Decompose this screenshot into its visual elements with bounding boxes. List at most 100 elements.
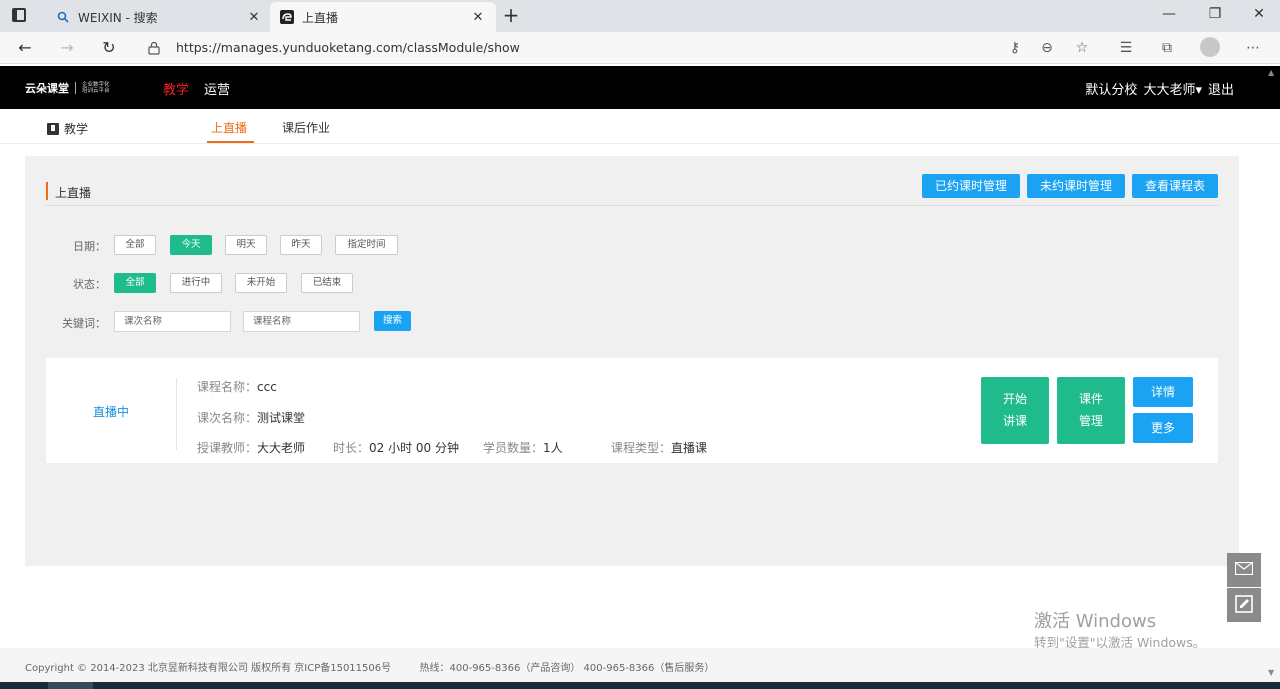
status-option-ongoing[interactable]: 进行中	[170, 273, 222, 293]
duration-label: 时长：	[333, 441, 370, 455]
course-type-value: 直播课	[671, 441, 708, 455]
status-option-not-started[interactable]: 未开始	[235, 273, 287, 293]
course-name-label: 课程名称：	[197, 380, 258, 394]
course-name-input[interactable]: 课程名称	[243, 311, 360, 332]
url-field[interactable]: https://manages.yunduoketang.com/classMo…	[176, 40, 520, 55]
status-option-ended[interactable]: 已结束	[301, 273, 353, 293]
teacher-value: 大大老师	[257, 441, 306, 455]
unbooked-lessons-button[interactable]: 未约课时管理	[1027, 174, 1125, 198]
nav-teaching[interactable]: 教学	[163, 79, 189, 98]
tab-close-icon[interactable]: ✕	[470, 10, 486, 25]
lesson-name-label: 课次名称：	[197, 411, 258, 425]
logo-divider	[75, 82, 76, 94]
favorite-add-icon[interactable]: ☆	[1071, 37, 1093, 59]
profile-avatar[interactable]	[1200, 37, 1220, 57]
maximize-button[interactable]: ❐	[1192, 0, 1238, 30]
os-taskbar	[0, 682, 1280, 689]
footer-text: Copyright © 2014-2023 北京昱新科技有限公司 版权所有 京I…	[25, 659, 714, 674]
tab-live[interactable]: 上直播	[211, 119, 247, 136]
tab-title: WEIXIN - 搜索	[78, 10, 158, 25]
students-label: 学员数量：	[483, 441, 544, 455]
key-icon[interactable]: ⚷	[1004, 37, 1026, 59]
lock-icon[interactable]	[148, 41, 160, 55]
logout-link[interactable]: 退出	[1208, 79, 1234, 98]
mail-icon	[1234, 561, 1254, 578]
logo-main-text: 云朵课堂	[25, 82, 69, 95]
courseware-line-2: 管理	[1078, 414, 1103, 428]
subnav-title-text: 教学	[64, 122, 89, 136]
search-button[interactable]: 搜索	[374, 311, 411, 331]
chevron-down-icon: ▾	[1195, 83, 1202, 98]
date-filter-label: 日期：	[73, 240, 106, 253]
copyright: Copyright © 2014-2023 北京昱新科技有限公司 版权所有 京I…	[25, 663, 392, 674]
courseware-line-1: 课件	[1078, 392, 1103, 406]
start-teaching-button[interactable]: 开始 讲课	[981, 377, 1049, 444]
section-accent-bar	[46, 182, 48, 200]
forward-icon[interactable]: →	[55, 36, 79, 60]
header-user-area: 默认分校 大大老师▾ 退出	[1085, 79, 1234, 98]
teacher-row: 授课教师：大大老师	[197, 439, 305, 456]
new-tab-button[interactable]: +	[500, 4, 522, 26]
scroll-up-icon[interactable]: ▲	[1268, 68, 1274, 77]
booked-lessons-button[interactable]: 已约课时管理	[922, 174, 1020, 198]
logo[interactable]: 云朵课堂 企业数字化培训云平台	[25, 79, 114, 97]
scroll-down-icon[interactable]: ▼	[1268, 668, 1274, 677]
user-name: 大大老师	[1143, 83, 1196, 98]
status-filter-label: 状态：	[73, 278, 106, 291]
duration-row: 时长：02 小时 00 分钟	[333, 439, 459, 456]
lesson-name-input[interactable]: 课次名称	[114, 311, 231, 332]
user-menu[interactable]: 大大老师▾	[1143, 79, 1202, 98]
site-favicon-icon	[280, 10, 294, 24]
students-row: 学员数量：1人	[483, 439, 563, 456]
view-schedule-button[interactable]: 查看课程表	[1132, 174, 1218, 198]
minimize-button[interactable]: —	[1146, 0, 1192, 30]
feedback-button[interactable]	[1227, 588, 1261, 622]
browser-tab-weixin[interactable]: WEIXIN - 搜索 ✕	[46, 2, 272, 32]
close-window-button[interactable]: ✕	[1236, 0, 1280, 30]
favorites-icon[interactable]: ☰	[1115, 37, 1137, 59]
details-button[interactable]: 详情	[1133, 377, 1193, 407]
search-icon	[56, 10, 70, 24]
course-type-row: 课程类型：直播课	[611, 439, 707, 456]
collections-icon[interactable]: ⧉	[1156, 37, 1178, 59]
status-option-all[interactable]: 全部	[114, 273, 156, 293]
more-icon[interactable]: ⋯	[1242, 37, 1264, 59]
hotline: 热线：400-965-8366（产品咨询） 400-965-8366（售后服务）	[419, 663, 715, 674]
more-button[interactable]: 更多	[1133, 413, 1193, 443]
tab-homework[interactable]: 课后作业	[282, 119, 330, 136]
students-value: 1人	[543, 441, 563, 455]
activation-watermark-title: 激活 Windows	[1034, 611, 1157, 632]
subnav-title: 教学	[47, 120, 88, 137]
browser-tab-live[interactable]: 上直播 ✕	[270, 2, 496, 32]
message-button[interactable]	[1227, 553, 1261, 587]
section-divider	[46, 205, 1218, 206]
live-status-badge: 直播中	[93, 405, 130, 419]
lesson-name-row: 课次名称：测试课堂	[197, 409, 305, 426]
date-option-custom[interactable]: 指定时间	[335, 235, 398, 255]
date-option-yesterday[interactable]: 昨天	[280, 235, 322, 255]
course-type-label: 课程类型：	[611, 441, 672, 455]
edit-icon	[1235, 594, 1253, 616]
teacher-label: 授课教师：	[197, 441, 258, 455]
courseware-button[interactable]: 课件 管理	[1057, 377, 1125, 444]
date-option-tomorrow[interactable]: 明天	[225, 235, 267, 255]
date-option-today[interactable]: 今天	[170, 235, 212, 255]
zoom-out-icon[interactable]: ⊖	[1036, 37, 1058, 59]
tab-title: 上直播	[302, 10, 339, 25]
logo-sub-text: 企业数字化培训云平台	[82, 82, 110, 94]
branch-selector[interactable]: 默认分校	[1085, 79, 1137, 98]
back-icon[interactable]: ←	[13, 36, 37, 60]
refresh-icon[interactable]: ↻	[97, 36, 121, 60]
section-title: 上直播	[55, 186, 92, 200]
card-divider	[176, 378, 177, 450]
tab-close-icon[interactable]: ✕	[246, 10, 262, 25]
start-teaching-line-1: 开始	[1002, 392, 1027, 406]
nav-operations[interactable]: 运营	[204, 79, 230, 98]
tab-actions-icon[interactable]	[12, 8, 26, 22]
keyword-label: 关键词：	[62, 317, 106, 330]
sub-nav	[0, 109, 1280, 144]
date-option-all[interactable]: 全部	[114, 235, 156, 255]
taskbar-item[interactable]	[48, 682, 93, 689]
book-icon	[47, 122, 59, 135]
lesson-name-value: 测试课堂	[257, 411, 306, 425]
